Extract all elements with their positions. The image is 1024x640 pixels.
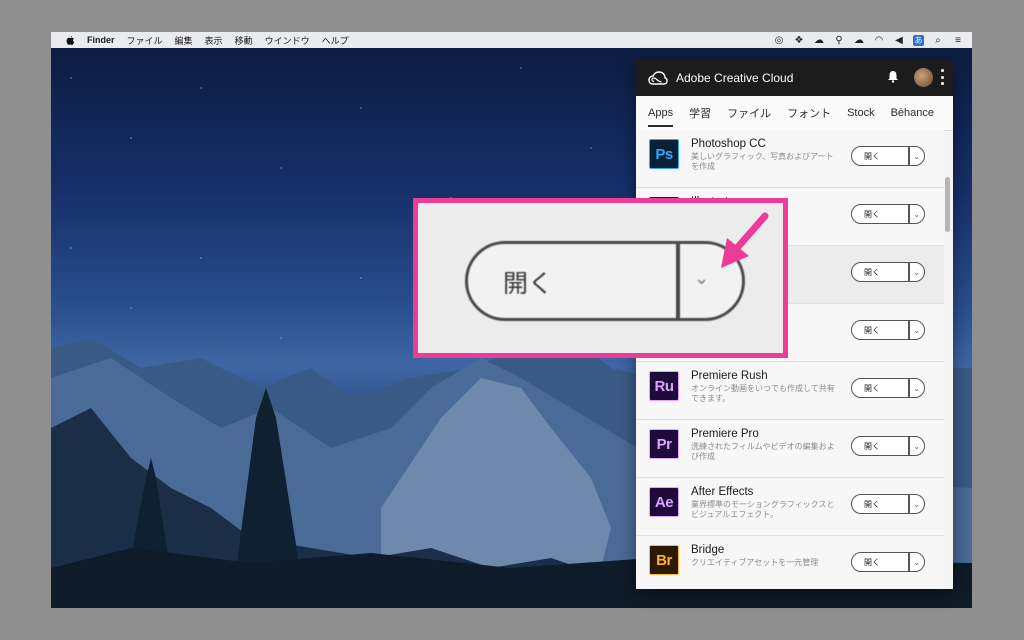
zoomed-open-label: 開く bbox=[503, 270, 554, 298]
app-description: 業界標準のモーショングラフィックスとビジュアルエフェクト。 bbox=[691, 500, 835, 519]
zoomed-divider bbox=[676, 244, 680, 318]
app-row[interactable]: Ps Photoshop CC 美しいグラフィック、写真およびアートを作成 開く ⌄ bbox=[636, 130, 944, 188]
chevron-down-icon[interactable]: ⌄ bbox=[910, 268, 925, 277]
open-button-label: 開く bbox=[864, 267, 880, 277]
bell-icon[interactable] bbox=[887, 70, 901, 84]
open-button-label: 開く bbox=[864, 557, 880, 567]
cloud-upload-icon[interactable]: ☁ bbox=[853, 34, 865, 46]
menu-bar: Finder ファイル 編集 表示 移動 ウインドウ ヘルプ ◎ ❖ ☁ ⚲ ☁… bbox=[51, 32, 972, 48]
open-button[interactable]: 開く ⌄ bbox=[851, 204, 925, 224]
open-button[interactable]: 開く ⌄ bbox=[851, 320, 925, 340]
chevron-down-icon[interactable]: ⌄ bbox=[910, 384, 925, 393]
app-text: Premiere Pro 洗練されたフィルムやビデオの編集および作成 bbox=[691, 428, 841, 462]
tab-files[interactable]: ファイル bbox=[727, 97, 771, 129]
chevron-down-icon[interactable]: ⌄ bbox=[910, 558, 925, 567]
dropbox-icon[interactable]: ❖ bbox=[793, 34, 805, 46]
menu-view[interactable]: 表示 bbox=[205, 34, 223, 47]
status-area: ◎ ❖ ☁ ⚲ ☁ ◠ ◀ あ ⌕ ≡ bbox=[773, 32, 964, 48]
chevron-down-icon[interactable]: ⌄ bbox=[694, 268, 709, 289]
open-button[interactable]: 開く ⌄ bbox=[851, 436, 925, 456]
tab-apps[interactable]: Apps bbox=[648, 99, 674, 127]
menu-window[interactable]: ウインドウ bbox=[265, 34, 310, 47]
chevron-down-icon[interactable]: ⌄ bbox=[910, 210, 925, 219]
app-name: Bridge bbox=[691, 544, 725, 556]
tab-behance[interactable]: Bēhance bbox=[891, 99, 934, 127]
app-name: Premiere Pro bbox=[691, 428, 759, 440]
more-options-icon[interactable] bbox=[941, 69, 945, 85]
open-button-label: 開く bbox=[864, 441, 880, 451]
panel-header: Adobe Creative Cloud bbox=[636, 59, 953, 96]
app-icon: Ae bbox=[649, 487, 679, 517]
app-row[interactable]: Br Bridge クリエイティブアセットを一元管理 開く ⌄ bbox=[636, 536, 944, 589]
app-text: Photoshop CC 美しいグラフィック、写真およびアートを作成 bbox=[691, 138, 841, 172]
open-button-label: 開く bbox=[864, 499, 880, 509]
chevron-down-icon[interactable]: ⌄ bbox=[910, 326, 925, 335]
menu-file[interactable]: ファイル bbox=[127, 34, 163, 47]
menu-go[interactable]: 移動 bbox=[235, 34, 253, 47]
tab-fonts[interactable]: フォント bbox=[787, 97, 831, 129]
search-icon[interactable]: ⌕ bbox=[932, 34, 944, 46]
app-row[interactable]: Ru Premiere Rush オンライン動画をいつでも作成して共有できます。 開く… bbox=[636, 362, 944, 420]
app-icon: Ps bbox=[649, 139, 679, 169]
app-text: Premiere Rush オンライン動画をいつでも作成して共有できます。 bbox=[691, 370, 841, 404]
app-icon: Br bbox=[649, 545, 679, 575]
app-description: 美しいグラフィック、写真およびアートを作成 bbox=[691, 152, 834, 171]
chevron-down-icon[interactable]: ⌄ bbox=[910, 442, 925, 451]
app-row[interactable]: Ae After Effects 業界標準のモーショングラフィックスとビジュアルエフ… bbox=[636, 478, 944, 536]
app-icon: Pr bbox=[649, 429, 679, 459]
input-method-icon[interactable]: あ bbox=[913, 34, 924, 46]
pointer-arrow-icon bbox=[721, 212, 769, 268]
backup-icon[interactable]: ◎ bbox=[773, 34, 785, 46]
tab-learn[interactable]: 学習 bbox=[689, 97, 711, 129]
menu-help[interactable]: ヘルプ bbox=[322, 34, 349, 47]
app-text: Bridge クリエイティブアセットを一元管理 bbox=[691, 544, 841, 568]
open-button-label: 開く bbox=[864, 209, 880, 219]
zoomed-open-button[interactable]: 開く ⌄ bbox=[465, 241, 745, 321]
open-button[interactable]: 開く ⌄ bbox=[851, 146, 925, 166]
tab-stock[interactable]: Stock bbox=[847, 99, 875, 127]
avatar[interactable] bbox=[914, 68, 933, 87]
app-name: Photoshop CC bbox=[691, 138, 766, 150]
open-button[interactable]: 開く ⌄ bbox=[851, 378, 925, 398]
app-description: オンライン動画をいつでも作成して共有できます。 bbox=[691, 384, 835, 403]
wifi-icon[interactable]: ◠ bbox=[873, 34, 885, 46]
open-button[interactable]: 開く ⌄ bbox=[851, 494, 925, 514]
apple-menu-icon[interactable] bbox=[63, 33, 77, 47]
app-description: クリエイティブアセットを一元管理 bbox=[691, 558, 819, 567]
panel-title: Adobe Creative Cloud bbox=[676, 70, 794, 85]
app-row[interactable]: Pr Premiere Pro 洗練されたフィルムやビデオの編集および作成 開く ⌄ bbox=[636, 420, 944, 478]
open-button-label: 開く bbox=[864, 151, 880, 161]
wifi-extender-icon[interactable]: ⚲ bbox=[833, 34, 845, 46]
app-icon: Ru bbox=[649, 371, 679, 401]
open-button[interactable]: 開く ⌄ bbox=[851, 552, 925, 572]
scrollbar[interactable] bbox=[945, 177, 950, 232]
app-name: After Effects bbox=[691, 486, 754, 498]
menu-app-name[interactable]: Finder bbox=[87, 35, 115, 45]
open-button[interactable]: 開く ⌄ bbox=[851, 262, 925, 282]
app-description: 洗練されたフィルムやビデオの編集および作成 bbox=[691, 442, 835, 461]
list-menu-icon[interactable]: ≡ bbox=[952, 34, 964, 46]
chevron-down-icon[interactable]: ⌄ bbox=[910, 500, 925, 509]
creative-cloud-icon[interactable]: ☁ bbox=[813, 34, 825, 46]
creative-cloud-logo-icon bbox=[648, 68, 668, 88]
panel-tabs: Apps 学習 ファイル フォント Stock Bēhance bbox=[636, 96, 953, 131]
open-button-label: 開く bbox=[864, 383, 880, 393]
volume-icon[interactable]: ◀ bbox=[893, 34, 905, 46]
menu-edit[interactable]: 編集 bbox=[175, 34, 193, 47]
open-button-label: 開く bbox=[864, 325, 880, 335]
app-name: Premiere Rush bbox=[691, 370, 768, 382]
app-text: After Effects 業界標準のモーショングラフィックスとビジュアルエフェク… bbox=[691, 486, 841, 520]
chevron-down-icon[interactable]: ⌄ bbox=[910, 152, 925, 161]
